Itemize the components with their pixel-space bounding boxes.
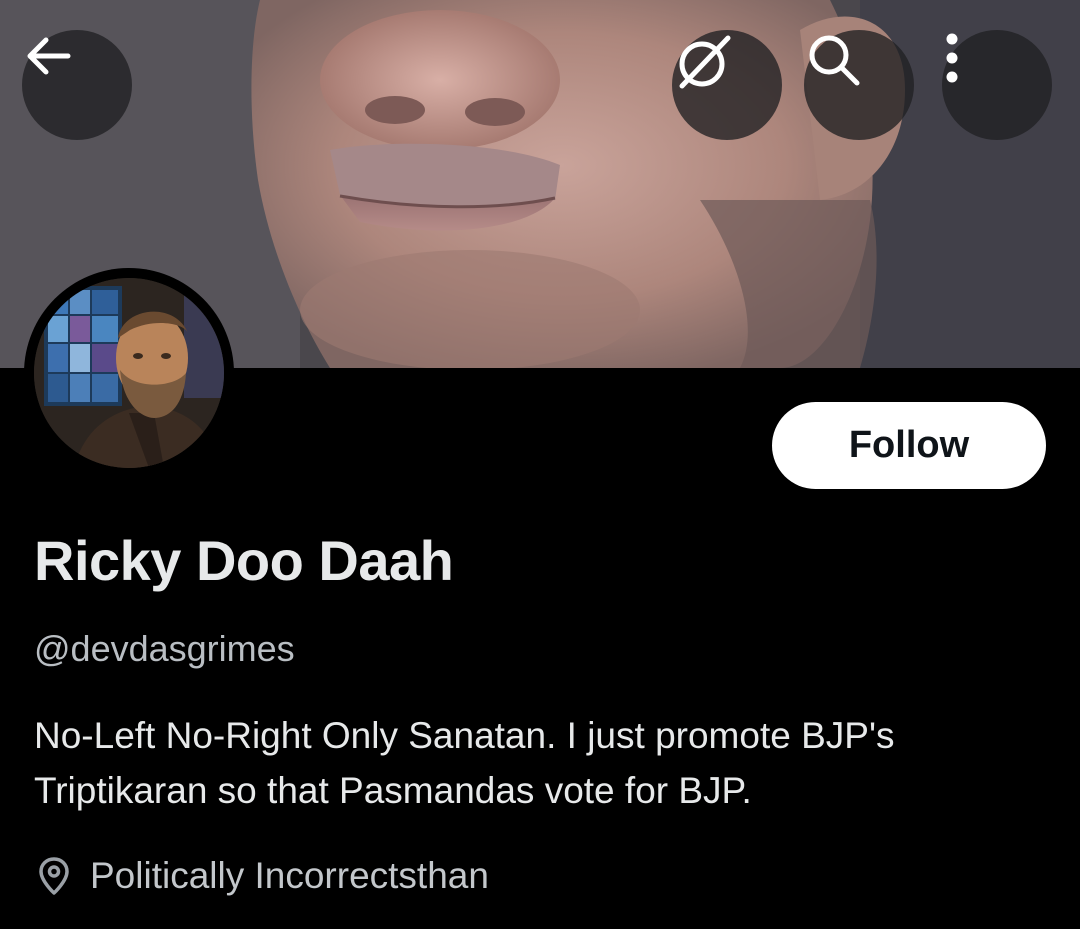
more-vertical-icon bbox=[946, 33, 958, 83]
search-button[interactable] bbox=[804, 30, 914, 140]
username-handle: @devdasgrimes bbox=[34, 628, 295, 669]
profile-page: Follow Ricky Doo Daah @devdasgrimes No-L… bbox=[0, 0, 1080, 929]
search-icon bbox=[809, 35, 860, 86]
grok-icon bbox=[679, 35, 731, 89]
more-options-button[interactable] bbox=[942, 30, 1052, 140]
avatar-ring[interactable] bbox=[24, 268, 234, 478]
avatar[interactable] bbox=[34, 278, 224, 468]
back-button[interactable] bbox=[22, 30, 132, 140]
grok-button[interactable] bbox=[672, 30, 782, 140]
avatar-image bbox=[34, 278, 224, 468]
profile-bio: No-Left No-Right Only Sanatan. I just pr… bbox=[34, 715, 895, 811]
display-name: Ricky Doo Daah bbox=[34, 529, 454, 592]
profile-location: Politically Incorrectsthan bbox=[34, 852, 489, 900]
follow-button[interactable]: Follow bbox=[772, 402, 1046, 489]
location-text: Politically Incorrectsthan bbox=[90, 855, 489, 896]
location-pin-icon bbox=[34, 854, 74, 898]
arrow-left-icon bbox=[27, 37, 71, 75]
